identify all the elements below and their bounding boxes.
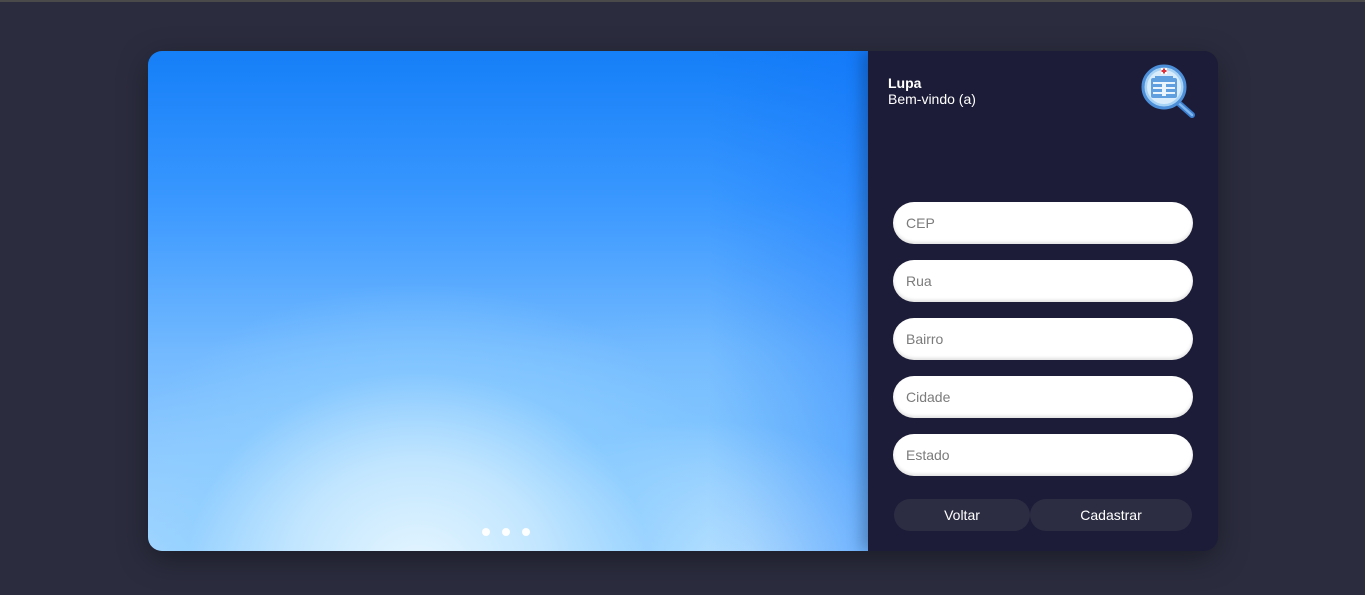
address-form bbox=[893, 202, 1193, 492]
cep-field[interactable] bbox=[893, 202, 1193, 244]
register-button[interactable]: Cadastrar bbox=[1030, 499, 1192, 531]
back-button[interactable]: Voltar bbox=[894, 499, 1030, 531]
rua-field[interactable] bbox=[893, 260, 1193, 302]
bairro-field[interactable] bbox=[893, 318, 1193, 360]
form-actions: Voltar Cadastrar bbox=[894, 499, 1192, 531]
brand-name: Lupa bbox=[888, 75, 922, 91]
estado-field[interactable] bbox=[893, 434, 1193, 476]
brand-header: Lupa Bem-vindo (a) bbox=[888, 75, 976, 107]
welcome-text: Bem-vindo (a) bbox=[888, 91, 976, 107]
form-panel: Lupa Bem-vindo (a) Voltar bbox=[868, 51, 1218, 551]
cidade-field[interactable] bbox=[893, 376, 1193, 418]
signup-card: Lupa Bem-vindo (a) Voltar bbox=[148, 51, 1218, 551]
carousel-dot-3[interactable] bbox=[522, 528, 530, 536]
hospital-magnifier-icon bbox=[1141, 64, 1195, 118]
carousel-dot-2[interactable] bbox=[502, 528, 510, 536]
carousel-indicators bbox=[482, 528, 530, 536]
hero-carousel bbox=[148, 51, 868, 551]
carousel-dot-1[interactable] bbox=[482, 528, 490, 536]
window-top-border bbox=[0, 0, 1365, 2]
